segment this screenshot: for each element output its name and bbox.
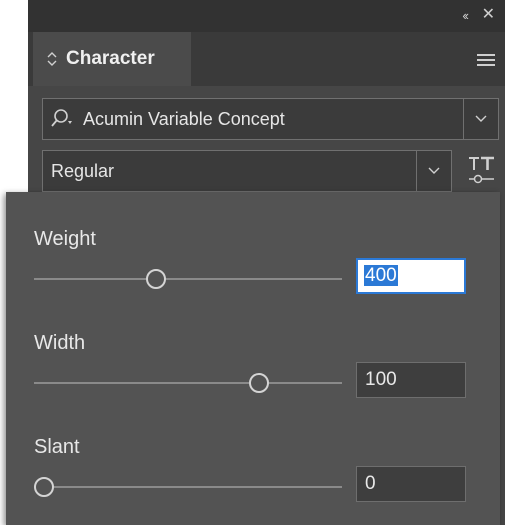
font-family-value: Acumin Variable Concept	[83, 108, 285, 129]
slant-slider-thumb[interactable]	[34, 477, 54, 497]
slant-slider-track	[34, 486, 342, 488]
panel-menu-icon[interactable]	[477, 54, 495, 69]
weight-slider-thumb[interactable]	[145, 269, 166, 289]
chevron-down-icon	[475, 115, 487, 122]
close-icon[interactable]: ✕	[482, 6, 495, 24]
tab-updown-icon	[47, 52, 57, 66]
weight-value: 400	[364, 265, 398, 286]
width-slider-thumb[interactable]	[249, 373, 270, 393]
font-family-dropdown[interactable]	[463, 99, 498, 139]
tab-row: Character	[28, 32, 505, 86]
width-slider[interactable]	[34, 372, 342, 394]
font-family-field[interactable]: Acumin Variable Concept	[42, 98, 499, 140]
weight-value-field[interactable]: 400	[356, 258, 466, 294]
slant-value: 0	[365, 473, 376, 494]
weight-slider-track	[34, 278, 342, 280]
width-slider-track	[34, 382, 342, 384]
panel-title-bar: ‹‹ ✕	[28, 0, 505, 32]
collapse-icon[interactable]: ‹‹	[462, 9, 469, 23]
slant-value-field[interactable]: 0	[356, 466, 466, 502]
search-icon[interactable]	[49, 108, 77, 130]
slant-label: Slant	[34, 436, 80, 458]
chevron-down-icon	[428, 167, 440, 174]
tab-character[interactable]: Character	[33, 32, 191, 86]
variable-font-icon[interactable]	[467, 154, 497, 188]
font-style-value: Regular	[51, 160, 115, 181]
width-value: 100	[365, 369, 397, 390]
width-value-field[interactable]: 100	[356, 362, 466, 398]
width-label: Width	[34, 332, 86, 354]
slant-slider[interactable]	[34, 476, 342, 498]
font-style-field[interactable]: Regular	[42, 150, 452, 192]
weight-slider[interactable]	[34, 268, 342, 290]
tab-label: Character	[66, 48, 155, 69]
weight-label: Weight	[34, 228, 96, 250]
variable-font-flyout: Weight 400 Width 100 Slant 0	[6, 192, 500, 525]
font-style-dropdown[interactable]	[416, 151, 451, 191]
